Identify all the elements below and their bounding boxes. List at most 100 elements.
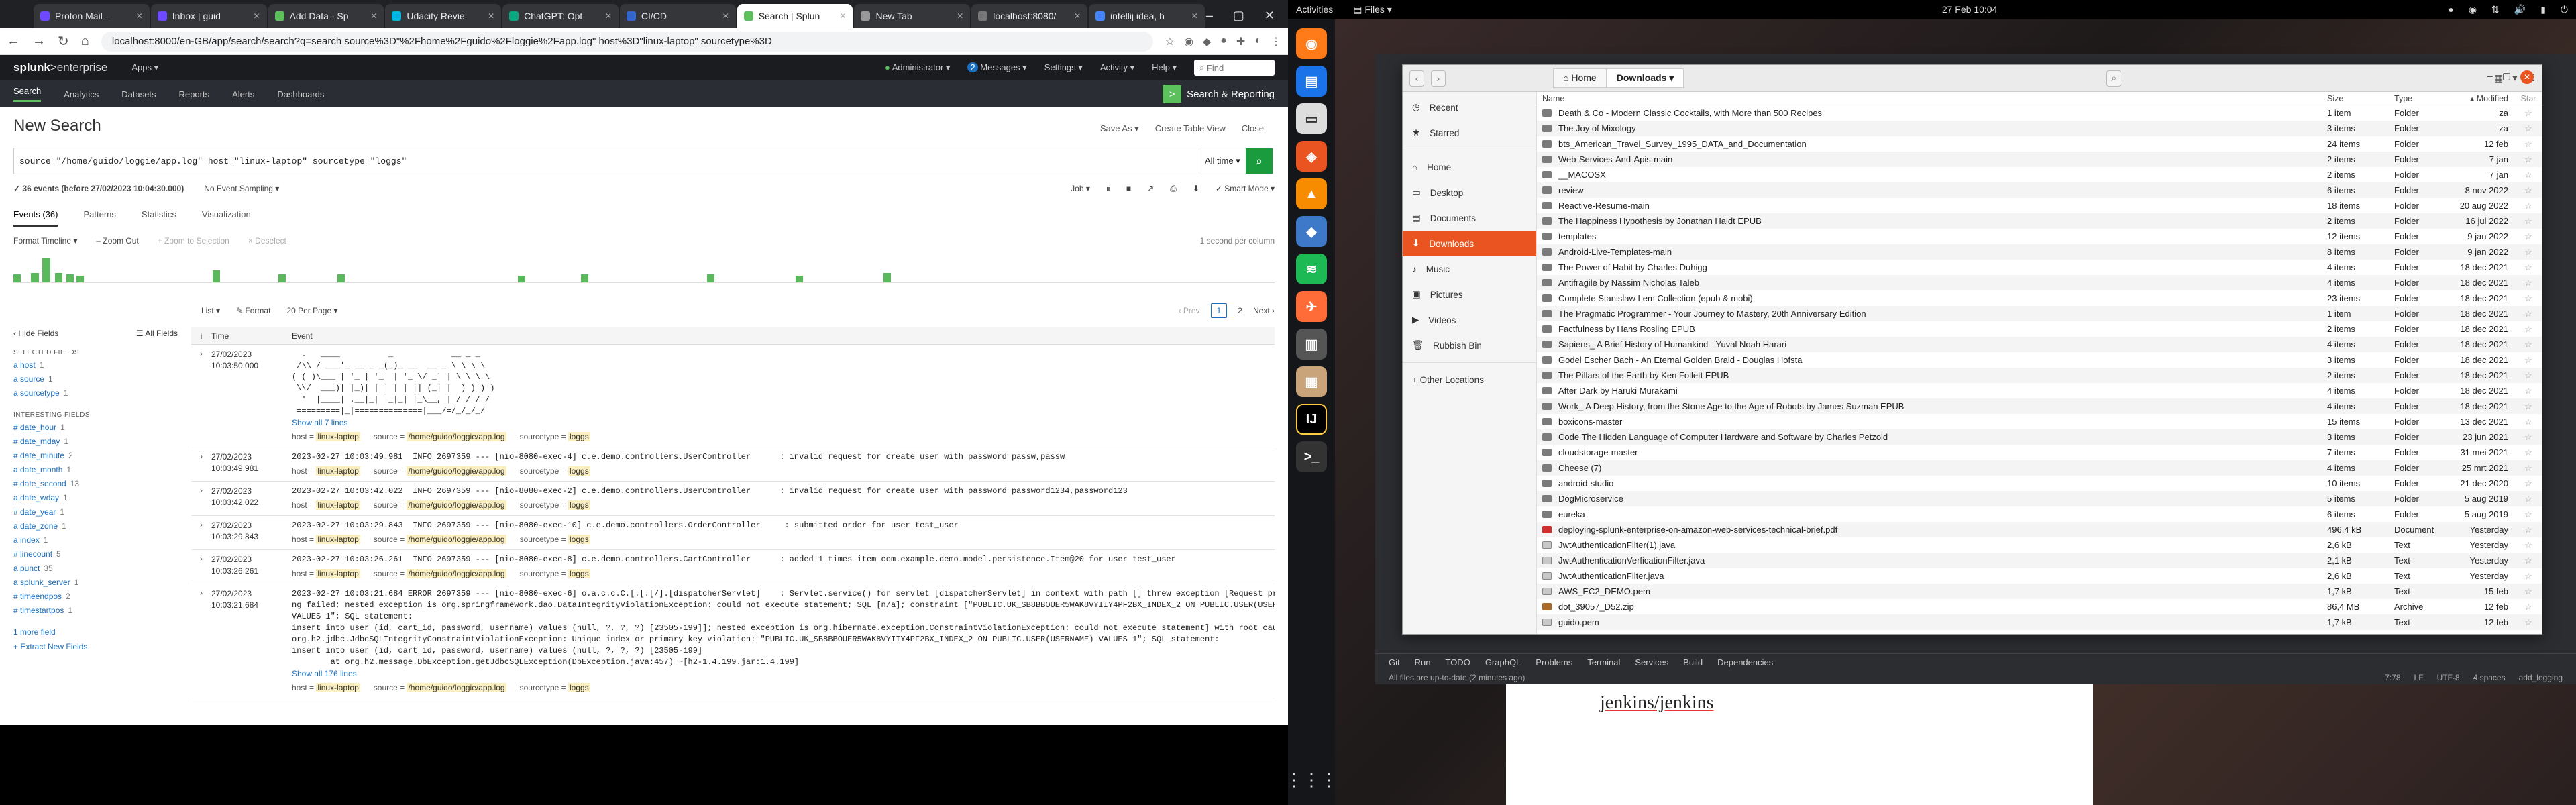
timeline-bar[interactable] bbox=[66, 274, 74, 282]
apps-menu[interactable]: Apps ▾ bbox=[131, 62, 158, 73]
deselect-button[interactable]: × Deselect bbox=[248, 236, 286, 246]
sourcetype-tag[interactable]: loggs bbox=[568, 500, 590, 510]
file-row[interactable]: After Dark by Haruki Murakami 4 items Fold… bbox=[1537, 383, 2542, 398]
star-icon[interactable]: ☆ bbox=[2515, 262, 2542, 273]
col-time[interactable]: Time bbox=[211, 331, 292, 341]
interesting-field[interactable]: # date_hour 1 bbox=[13, 423, 191, 432]
event-sampling-dropdown[interactable]: No Event Sampling ▾ bbox=[204, 184, 279, 194]
activities-button[interactable]: Activities bbox=[1296, 4, 1333, 15]
file-row[interactable]: guido.pem 1,7 kB Text 12 feb ☆ bbox=[1537, 614, 2542, 630]
file-row[interactable]: DogMicroservice 5 items Folder 5 aug 2019 ☆ bbox=[1537, 491, 2542, 506]
tab-inbox[interactable]: Inbox | guid ✕ bbox=[150, 4, 267, 28]
file-row[interactable]: The Joy of Mixology 3 items Folder za ☆ bbox=[1537, 121, 2542, 136]
file-row[interactable]: The Power of Habit by Charles Duhigg 4 it… bbox=[1537, 260, 2542, 275]
selected-field[interactable]: a source 1 bbox=[13, 374, 191, 384]
interesting-field[interactable]: # date_minute 2 bbox=[13, 451, 191, 460]
intellij-icon[interactable]: IJ bbox=[1296, 404, 1327, 435]
file-row[interactable]: review 6 items Folder 8 nov 2022 ☆ bbox=[1537, 182, 2542, 198]
file-row[interactable]: Factfulness by Hans Rosling EPUB 2 items F… bbox=[1537, 321, 2542, 337]
power-icon[interactable]: ⏻ bbox=[2561, 4, 2568, 15]
star-icon[interactable]: ☆ bbox=[2515, 185, 2542, 196]
interesting-field[interactable]: a date_wday 1 bbox=[13, 493, 191, 502]
interesting-field[interactable]: a date_zone 1 bbox=[13, 521, 191, 531]
expand-icon[interactable]: › bbox=[191, 588, 211, 694]
place-music[interactable]: ♪ Music bbox=[1403, 256, 1536, 282]
file-row[interactable]: JwtAuthenticationFilter.java 2,6 kB Text Ye… bbox=[1537, 568, 2542, 584]
file-row[interactable]: Work_ A Deep History, from the Stone Age… bbox=[1537, 398, 2542, 414]
interesting-field[interactable]: # timeendpos 2 bbox=[13, 592, 191, 601]
interesting-field[interactable]: # timestartpos 1 bbox=[13, 606, 191, 615]
file-row[interactable]: Antifragile by Nassim Nicholas Taleb 4 it… bbox=[1537, 275, 2542, 290]
timeline-bar[interactable] bbox=[795, 275, 803, 282]
tray-icon[interactable]: ● bbox=[2448, 4, 2453, 15]
tab-intellij[interactable]: intellij idea, h ✕ bbox=[1089, 4, 1205, 28]
tab-add-data[interactable]: Add Data - Sp ✕ bbox=[268, 4, 384, 28]
archive-icon[interactable]: ▦ bbox=[1296, 366, 1327, 397]
format-timeline-dropdown[interactable]: Format Timeline ▾ bbox=[13, 236, 77, 246]
firefox-icon[interactable]: ◉ bbox=[1296, 28, 1327, 59]
timeline-bar[interactable] bbox=[707, 274, 715, 282]
star-icon[interactable]: ☆ bbox=[2515, 571, 2542, 582]
place-videos[interactable]: ▶ Videos bbox=[1403, 307, 1536, 333]
file-row[interactable]: deploying-splunk-enterprise-on-amazon-we… bbox=[1537, 522, 2542, 537]
messages-menu[interactable]: 2 Messages ▾ bbox=[967, 62, 1027, 73]
file-row[interactable]: JwtAuthenticationFilter(1).java 2,6 kB Tex… bbox=[1537, 537, 2542, 553]
file-row[interactable]: Sapiens_ A Brief History of Humankind - … bbox=[1537, 337, 2542, 352]
interesting-field[interactable]: a date_month 1 bbox=[13, 465, 191, 474]
save-as-button[interactable]: Save As ▾ bbox=[1100, 123, 1139, 134]
star-icon[interactable]: ☆ bbox=[2515, 216, 2542, 227]
star-icon[interactable]: ☆ bbox=[2515, 401, 2542, 412]
tab-splunk-search[interactable]: Search | Splun ✕ bbox=[737, 4, 853, 28]
file-row[interactable]: Complete Stanislaw Lem Collection (epub … bbox=[1537, 290, 2542, 306]
star-icon[interactable]: ☆ bbox=[2515, 478, 2542, 489]
settings-menu[interactable]: Settings ▾ bbox=[1044, 62, 1083, 73]
tab-new-tab[interactable]: New Tab ✕ bbox=[854, 4, 971, 28]
host-tag[interactable]: linux-laptop bbox=[316, 500, 360, 510]
star-icon[interactable]: ☆ bbox=[2515, 293, 2542, 304]
pause-icon[interactable]: ⏸ bbox=[1106, 184, 1110, 194]
star-icon[interactable]: ☆ bbox=[2515, 278, 2542, 288]
star-icon[interactable]: ☆ bbox=[2515, 602, 2542, 612]
expand-icon[interactable]: › bbox=[191, 554, 211, 580]
close-icon[interactable]: ✕ bbox=[1265, 9, 1275, 23]
close-button[interactable]: Close bbox=[1242, 123, 1264, 134]
sourcetype-tag[interactable]: loggs bbox=[568, 683, 590, 692]
back-icon[interactable]: ← bbox=[7, 34, 20, 49]
tab-events[interactable]: Events (36) bbox=[13, 209, 58, 227]
star-icon[interactable]: ☆ bbox=[2515, 139, 2542, 150]
place-desktop[interactable]: ▭ Desktop bbox=[1403, 180, 1536, 205]
back-icon[interactable]: ‹ bbox=[1409, 70, 1424, 87]
timeline-bar[interactable] bbox=[213, 270, 221, 282]
tool-services[interactable]: Services bbox=[1635, 657, 1668, 667]
file-row[interactable]: The Pillars of the Earth by Ken Follett … bbox=[1537, 368, 2542, 383]
source-tag[interactable]: /home/guido/loggie/app.log bbox=[407, 500, 506, 510]
terminal-icon[interactable]: >_ bbox=[1296, 441, 1327, 472]
file-row[interactable]: Godel Escher Bach - An Eternal Golden Br… bbox=[1537, 352, 2542, 368]
extension-icon[interactable]: ◉ bbox=[1184, 35, 1193, 48]
star-icon[interactable]: ☆ bbox=[2515, 370, 2542, 381]
tab-chatgpt[interactable]: ChatGPT: Opt ✕ bbox=[502, 4, 619, 28]
spotify-icon[interactable]: ≋ bbox=[1296, 254, 1327, 284]
file-row[interactable]: The Pragmatic Programmer - Your Journey … bbox=[1537, 306, 2542, 321]
extension-icon[interactable]: ◆ bbox=[1203, 35, 1211, 48]
col-name[interactable]: Name bbox=[1537, 94, 2327, 103]
tool-todo[interactable]: TODO bbox=[1445, 657, 1470, 667]
expand-icon[interactable]: › bbox=[191, 349, 211, 443]
interesting-field[interactable]: # linecount 5 bbox=[13, 549, 191, 559]
star-icon[interactable]: ☆ bbox=[2515, 154, 2542, 165]
status-widget[interactable]: 7:78 bbox=[2385, 673, 2400, 682]
host-tag[interactable]: linux-laptop bbox=[316, 432, 360, 441]
format-button[interactable]: ✎ Format bbox=[236, 306, 270, 315]
source-tag[interactable]: /home/guido/loggie/app.log bbox=[407, 683, 506, 692]
tool-build[interactable]: Build bbox=[1683, 657, 1703, 667]
tray-icon[interactable]: ◉ bbox=[2469, 4, 2477, 15]
admin-menu[interactable]: ● Administrator ▾ bbox=[885, 62, 950, 73]
search-icon[interactable]: ⌕ bbox=[2106, 70, 2122, 87]
star-icon[interactable]: ☆ bbox=[2515, 386, 2542, 396]
file-row[interactable]: eureka 6 items Folder 5 aug 2019 ☆ bbox=[1537, 506, 2542, 522]
col-star[interactable]: Star bbox=[2515, 94, 2542, 103]
nav-analytics[interactable]: Analytics bbox=[64, 89, 99, 99]
event-timeline[interactable] bbox=[13, 255, 1275, 283]
timeline-bar[interactable] bbox=[76, 275, 85, 282]
timeline-bar[interactable] bbox=[883, 272, 892, 282]
